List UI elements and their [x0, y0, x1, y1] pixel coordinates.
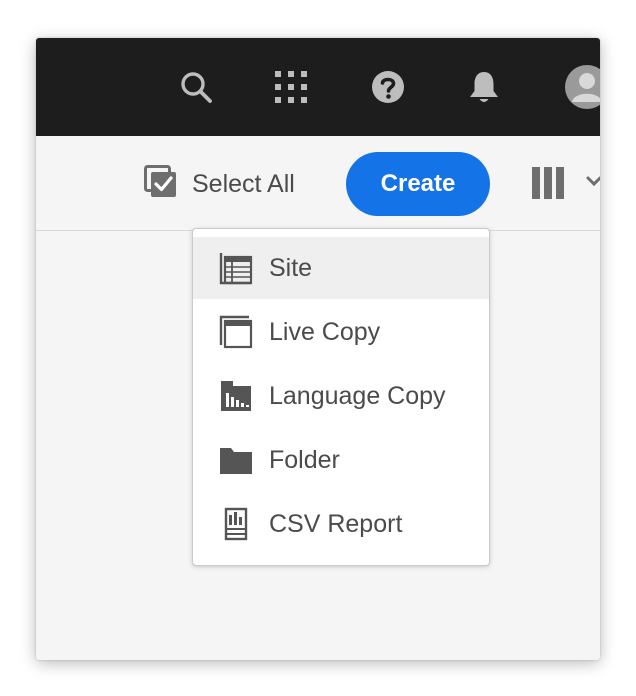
select-all-button[interactable]: Select All [144, 164, 295, 200]
action-bar: Select All Create [36, 136, 600, 231]
app-window: Select All Create Site Live Copy Languag… [36, 38, 600, 660]
live-copy-icon [219, 315, 253, 349]
language-copy-icon [219, 379, 253, 413]
menu-item-label: Site [269, 253, 313, 282]
notifications-bell-icon[interactable] [466, 69, 502, 105]
select-all-checkbox-icon [144, 164, 178, 204]
csv-report-icon [219, 507, 253, 541]
menu-item-site[interactable]: Site [193, 237, 489, 299]
folder-icon [219, 443, 253, 477]
menu-item-folder[interactable]: Folder [193, 429, 489, 491]
search-icon[interactable] [178, 69, 214, 105]
menu-item-label: Folder [269, 445, 340, 474]
menu-item-csv-report[interactable]: CSV Report [193, 493, 489, 555]
apps-grid-icon[interactable] [273, 69, 309, 105]
menu-item-label: Live Copy [269, 317, 381, 346]
menu-item-label: Language Copy [269, 381, 446, 410]
site-icon [219, 251, 253, 285]
global-header [36, 38, 600, 136]
select-all-label: Select All [192, 169, 295, 198]
create-menu-popover: Site Live Copy Language Copy Folder CSV … [192, 228, 490, 566]
create-button[interactable]: Create [346, 152, 490, 216]
view-switcher-button[interactable] [530, 166, 600, 200]
menu-item-label: CSV Report [269, 509, 403, 538]
help-icon[interactable] [370, 69, 406, 105]
menu-item-live-copy[interactable]: Live Copy [193, 301, 489, 363]
menu-item-language-copy[interactable]: Language Copy [193, 365, 489, 427]
user-avatar[interactable] [562, 64, 600, 110]
